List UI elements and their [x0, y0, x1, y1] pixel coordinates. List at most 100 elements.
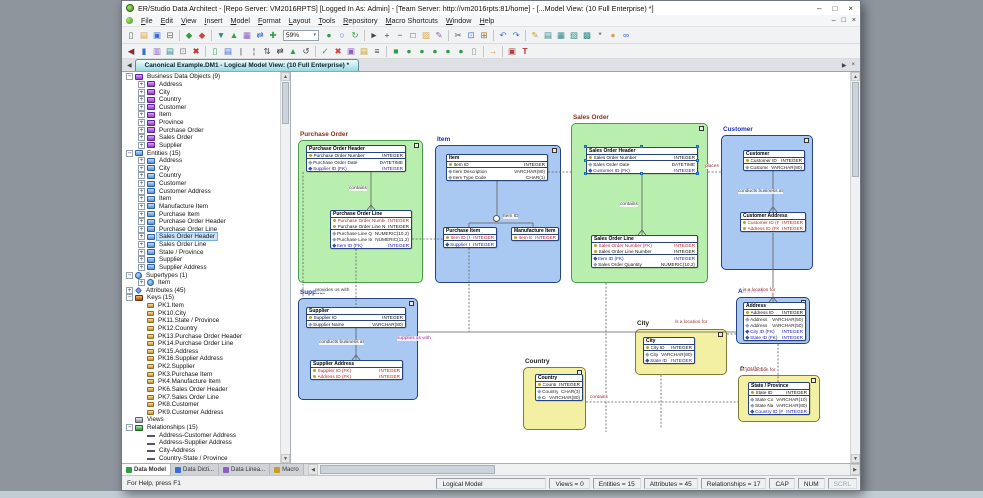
validate-model-icon[interactable]: ✖ [332, 45, 344, 57]
canvas-hscroll-thumb[interactable] [320, 465, 495, 474]
tree-item-pk12-country[interactable]: PK12.Country [124, 325, 280, 333]
note-tool-icon[interactable]: ▤ [358, 45, 370, 57]
tree-item-country[interactable]: + Country [124, 96, 280, 104]
tree-item-city-address[interactable]: City-Address [124, 447, 280, 455]
expand-expander-icon[interactable]: + [138, 233, 145, 241]
tree-item-sales-order[interactable]: + Sales Order [124, 134, 280, 142]
recursive-relationship-icon[interactable]: ↺ [300, 45, 312, 57]
selection-handle[interactable] [696, 172, 699, 175]
cut-icon[interactable]: ✂ [452, 29, 464, 41]
tree-item-business-data-objects-9[interactable]: − Business Data Objects (9) [124, 73, 280, 81]
insert-entity-icon[interactable]: ▯ [209, 45, 221, 57]
expand-expander-icon[interactable]: + [138, 279, 145, 287]
mdi-close-button[interactable]: × [852, 17, 856, 24]
copy-icon[interactable]: ⊡ [465, 29, 477, 41]
mdi-restore-button[interactable]: □ [842, 17, 846, 24]
expand-expander-icon[interactable]: + [138, 248, 145, 256]
menu-file[interactable]: File [141, 16, 153, 25]
layout-tree-icon[interactable]: ▧ [568, 29, 580, 41]
fit-to-window-icon[interactable]: □ [407, 29, 419, 41]
selection-handle[interactable] [640, 145, 643, 148]
expand-expander-icon[interactable]: + [138, 195, 145, 203]
selection-handle[interactable] [696, 158, 699, 162]
workspace-tab-data-linea[interactable]: Data Linea... [219, 464, 271, 475]
tree-item-item[interactable]: + Item [124, 195, 280, 203]
tree-item-sales-order-line[interactable]: + Sales Order Line [124, 241, 280, 249]
tree-item-pk13-purchase-order-header[interactable]: PK13.Purchase Order Header [124, 332, 280, 340]
user-sessions-icon[interactable]: ● [607, 29, 619, 41]
entity-manufacture-item[interactable]: Manufacture ItemItem ID (FK)INTEGER [511, 227, 559, 242]
entity-item[interactable]: Item Item ID INTEGER Item Description VARCHA… [446, 154, 548, 182]
tree-item-country-state-province[interactable]: Country-State / Province [124, 454, 280, 462]
workspace-tab-macro[interactable]: Macro [270, 464, 304, 475]
save-icon[interactable]: ▣ [151, 29, 163, 41]
selection-handle[interactable] [584, 145, 587, 148]
tree-item-manufacture-item[interactable]: + Manufacture Item [124, 202, 280, 211]
zoom-level-combo[interactable]: 59% ▾ [283, 29, 319, 41]
selection-handle[interactable] [696, 145, 699, 148]
zoom-tool-icon[interactable]: ○ [336, 29, 348, 41]
diagram-canvas[interactable]: Purchase Order Item Sales Order Customer Sup… [291, 72, 850, 463]
entity-sales-order-line[interactable]: Sales Order Line Sales Order Number (FK) I… [591, 235, 698, 269]
copy-model-icon[interactable]: ⊡ [177, 45, 189, 57]
canvas-scroll-left-icon[interactable]: ◀ [308, 464, 318, 475]
menu-model[interactable]: Model [230, 16, 250, 25]
menu-help[interactable]: Help [479, 16, 494, 25]
zoom-dropdown-arrow-icon[interactable]: ▾ [313, 32, 316, 38]
menu-view[interactable]: View [181, 16, 196, 25]
menu-insert[interactable]: Insert [204, 16, 222, 25]
tree-item-city[interactable]: + City [124, 88, 280, 96]
menu-format[interactable]: Format [258, 16, 281, 25]
tree-item-pk6-sales-order-header[interactable]: PK6.Sales Order Header [124, 386, 280, 394]
entity-sales-order-header[interactable]: Sales Order Header Sales Order Number INTE… [586, 147, 698, 175]
tree-item-item[interactable]: + Item [124, 279, 280, 287]
entity-customer[interactable]: CustomerCustomer IDINTEGERCustomer NameV… [743, 150, 805, 172]
print-icon[interactable]: ⊟ [164, 29, 176, 41]
close-button[interactable]: × [848, 4, 853, 13]
tree-scroll-up-icon[interactable]: ▲ [281, 72, 290, 81]
redo-icon[interactable]: ↷ [510, 29, 522, 41]
generate-icon[interactable]: ✚ [267, 29, 279, 41]
document-tab[interactable]: Canonical Example.DM1 - Logical Model Vi… [134, 59, 360, 71]
fill-color-icon[interactable]: ▨ [420, 29, 432, 41]
shape-page-icon[interactable]: ▯ [468, 45, 480, 57]
repo-check-out-icon[interactable]: ◆ [183, 29, 195, 41]
expand-expander-icon[interactable]: + [138, 141, 145, 149]
expand-expander-icon[interactable]: + [138, 103, 145, 111]
tab-close-icon[interactable]: × [851, 62, 855, 69]
entity-purchase-order-header[interactable]: Purchase Order Header Purchase Order Numb… [306, 145, 406, 173]
menu-tools[interactable]: Tools [318, 16, 335, 25]
entity-purchase-item[interactable]: Purchase ItemItem ID (FK)INTEGERSupplier… [443, 227, 497, 249]
canvas-scroll-down-icon[interactable]: ▼ [851, 454, 860, 463]
undo-icon[interactable]: ↶ [497, 29, 509, 41]
subtype-discriminator-icon[interactable] [493, 215, 500, 222]
tree-item-customer-address[interactable]: + Customer Address [124, 187, 280, 195]
text-block-icon[interactable]: ≡ [371, 45, 383, 57]
canvas-scroll-up-icon[interactable]: ▲ [851, 72, 860, 81]
tree-item-pk2-supplier[interactable]: PK2.Supplier [124, 363, 280, 371]
open-icon[interactable]: ▤ [138, 29, 150, 41]
tree-item-pk3-purchase-item[interactable]: PK3.Purchase Item [124, 370, 280, 378]
collapse-expander-icon[interactable]: − [126, 73, 133, 81]
expand-expander-icon[interactable]: + [138, 164, 145, 172]
options-icon[interactable]: * [594, 29, 606, 41]
tree-scrollbar[interactable]: ▲ ▼ [280, 72, 290, 463]
layout-circular-icon[interactable]: ▩ [581, 29, 593, 41]
expand-expander-icon[interactable]: + [138, 187, 145, 195]
shape-rectangle-icon[interactable]: ■ [390, 45, 402, 57]
insert-view-icon[interactable]: ▤ [222, 45, 234, 57]
layout-hierarchic-icon[interactable]: ▤ [542, 29, 554, 41]
expand-expander-icon[interactable]: + [138, 134, 145, 142]
expand-expander-icon[interactable]: + [138, 172, 145, 180]
tree-item-supplier-address[interactable]: + Supplier Address [124, 263, 280, 272]
tree-item-pk4-manufacture-item[interactable]: PK4.Manufacture Item [124, 378, 280, 386]
tree-item-purchase-order-header[interactable]: + Purchase Order Header [124, 218, 280, 226]
tree-scroll-thumb[interactable] [282, 82, 289, 124]
tree-item-pk16-supplier-address[interactable]: PK16.Supplier Address [124, 355, 280, 363]
shape-rounded-rect-icon[interactable]: ● [403, 45, 415, 57]
refresh-icon[interactable]: ↻ [349, 29, 361, 41]
tree-item-pk9-customer-address[interactable]: PK9.Customer Address [124, 409, 280, 417]
tab-scroll-right-icon[interactable]: ▶ [842, 62, 847, 69]
tree-item-views[interactable]: Views [124, 416, 280, 424]
tree-item-address[interactable]: + Address [124, 157, 280, 165]
